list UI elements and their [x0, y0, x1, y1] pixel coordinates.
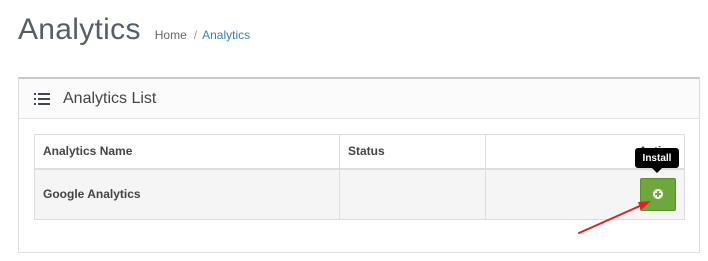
- table-row: Google Analytics: [34, 168, 685, 220]
- table-header-row: Analytics Name Status Action: [34, 134, 685, 169]
- panel-heading: Analytics List: [19, 79, 699, 119]
- panel-title: Analytics List: [63, 89, 157, 107]
- install-button[interactable]: [640, 177, 676, 211]
- breadcrumb-separator: /: [193, 28, 198, 42]
- breadcrumb: Home / Analytics: [155, 28, 250, 42]
- column-header-status[interactable]: Status: [339, 134, 486, 169]
- list-icon: [34, 92, 50, 105]
- breadcrumb-analytics-link[interactable]: Analytics: [202, 28, 250, 42]
- analytics-table: Analytics Name Status Action Google Anal…: [34, 134, 685, 220]
- install-tooltip: Install: [635, 148, 679, 173]
- breadcrumb-home-link[interactable]: Home: [155, 28, 187, 42]
- action-cell: [485, 168, 685, 220]
- column-header-name[interactable]: Analytics Name: [34, 134, 340, 169]
- status-cell: [339, 168, 486, 220]
- plus-circle-icon: [653, 189, 663, 200]
- analytics-list-panel: Analytics List Analytics Name Status Act…: [18, 77, 700, 253]
- page-title: Analytics: [18, 13, 141, 46]
- page-header: Analytics Home / Analytics: [18, 10, 250, 50]
- analytics-name-cell: Google Analytics: [34, 168, 340, 220]
